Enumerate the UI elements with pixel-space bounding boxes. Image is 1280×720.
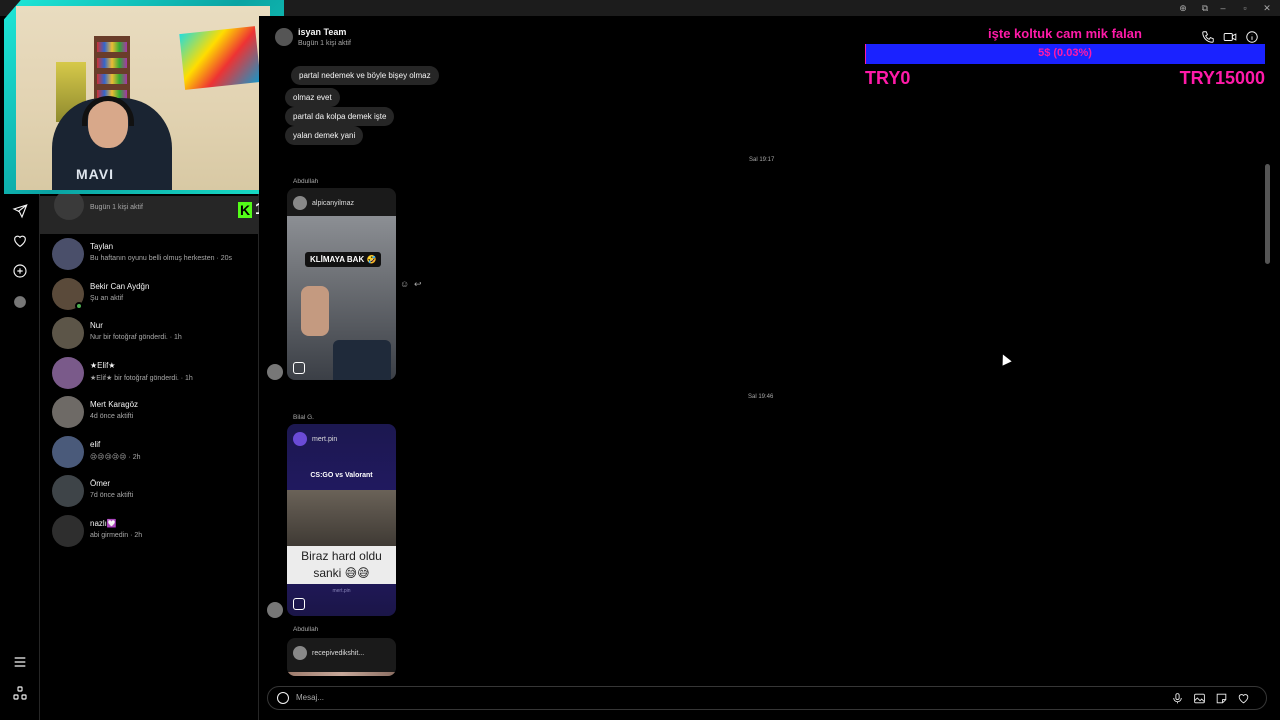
kick-logo-icon: K <box>238 202 252 218</box>
reel-icon <box>293 362 305 374</box>
conversation-name: Mert Karagöz <box>90 400 139 409</box>
reel-icon <box>293 598 305 610</box>
avatar <box>293 432 307 446</box>
reel-watermark: mert.pin <box>332 588 351 594</box>
avatar <box>293 196 307 210</box>
scrollbar[interactable] <box>1265 64 1270 684</box>
conversation-item[interactable]: Mert Karagöz 4d önce aktifti <box>40 394 258 434</box>
conversation-name: Bekir Can Aydğn <box>90 281 150 291</box>
menu-icon[interactable] <box>11 653 29 671</box>
shared-reel[interactable]: recepivedikshit... <box>287 638 396 676</box>
conversation-item[interactable]: Nur Nur bir fotoğraf gönderdi. · 1h <box>40 315 258 355</box>
reel-headline: CS:GO vs Valorant <box>310 472 373 479</box>
conversation-item[interactable]: nazlı💟 abi girmedin · 2h <box>40 513 258 553</box>
hoodie-text: MAVI <box>76 166 114 182</box>
conversation-item[interactable]: Bekir Can Aydğn Şu an aktif <box>40 276 258 316</box>
avatar <box>293 646 307 660</box>
sender-name: Abdullah <box>293 626 319 633</box>
sender-avatar[interactable] <box>267 602 283 618</box>
reel-owner[interactable]: alpicanyilmaz <box>293 196 354 210</box>
paper-plane-icon[interactable] <box>11 202 29 220</box>
conversation-preview: ★Elif★ bir fotoğraf gönderdi. · 1h <box>90 374 193 382</box>
conversation-name: nazlı💟 <box>90 518 117 528</box>
message-bubble[interactable]: olmaz evet <box>285 88 340 107</box>
reply-icon[interactable]: ↩ <box>414 279 422 290</box>
donation-goal-overlay: işte koltuk cam mik falan 5$ (0.03%) TRY… <box>865 26 1265 96</box>
chat-status: Bugün 1 kişi aktif <box>298 40 351 47</box>
zoom-icon[interactable]: ⊕ <box>1172 2 1194 14</box>
conversation-preview: 7d önce aktifti <box>90 492 134 499</box>
avatar <box>52 317 84 349</box>
reel-thumbnail <box>287 672 396 676</box>
sender-name: Abdullah <box>293 178 319 185</box>
reel-owner[interactable]: mert.pin <box>293 432 337 446</box>
conversation-item[interactable]: elif 😢😢😢😢😢 · 2h <box>40 434 258 474</box>
plus-square-icon[interactable] <box>11 262 29 280</box>
message-bubble[interactable]: yalan demek yani <box>285 126 364 145</box>
conversation-preview: abi girmedin · 2h <box>90 531 143 539</box>
message-composer[interactable]: Mesaj... <box>267 686 1267 710</box>
conversation-name: Nur <box>90 321 103 330</box>
avatar <box>52 514 84 547</box>
avatar <box>52 396 84 428</box>
conversation-preview: Şu an aktif <box>90 294 124 302</box>
conversation-preview: Nur bir fotoğraf gönderdi. · 1h <box>90 334 182 341</box>
emoji-react-icon[interactable]: ☺ <box>400 279 409 289</box>
goal-title: işte koltuk cam mik falan <box>988 26 1142 41</box>
reel-thumbnail: KLİMAYA BAK 🤣 <box>287 216 396 380</box>
conversation-item[interactable]: Taylan Bu haftanın oyunu belli olmuş herk… <box>40 236 258 276</box>
conversation-name: elif <box>90 439 101 449</box>
conversation-active-item[interactable]: Bugün 1 kişi aktif <box>40 190 258 234</box>
conversation-item[interactable]: Ömer 7d önce aktifti <box>40 473 258 513</box>
chat-title[interactable]: isyan Team <box>298 27 346 37</box>
webcam-overlay: MAVI <box>0 0 285 196</box>
reel-thumbnail <box>287 490 396 546</box>
conversation-preview: Bu haftanın oyunu belli olmuş herkesten … <box>90 255 233 262</box>
close-icon[interactable]: ✕ <box>1256 2 1278 14</box>
image-icon[interactable] <box>1193 692 1207 706</box>
goal-max-label: TRY15000 <box>1179 68 1265 88</box>
reel-caption: Biraz hard oldu sanki 😅😅 <box>287 546 396 584</box>
conversation-preview: 4d önce aktifti <box>90 413 134 420</box>
profile-icon[interactable] <box>11 293 29 311</box>
message-input[interactable]: Mesaj... <box>296 693 324 702</box>
conversation-name: ★Elif★ <box>90 360 116 370</box>
heart-icon[interactable] <box>1237 692 1251 706</box>
chat-panel: isyan Team Bugün 1 kişi aktif partal ned… <box>259 16 1280 720</box>
group-avatar[interactable] <box>275 28 293 46</box>
conversation-item[interactable]: ★Elif★ ★Elif★ bir fotoğraf gönderdi. · 1h <box>40 355 258 395</box>
reel-owner[interactable]: recepivedikshit... <box>293 646 364 660</box>
conversation-name: Ömer <box>90 479 110 488</box>
shared-reel[interactable]: mert.pin CS:GO vs Valorant Biraz hard ol… <box>287 424 396 616</box>
sender-name: Bilal G. <box>293 414 314 421</box>
conversation-preview: 😢😢😢😢😢 · 2h <box>90 453 141 461</box>
threads-icon[interactable] <box>11 684 29 702</box>
active-status: Bugün 1 kişi aktif <box>90 204 143 211</box>
timestamp: Sal 19:46 <box>748 394 774 400</box>
emoji-icon[interactable] <box>277 692 289 704</box>
webcam-video: MAVI <box>16 6 270 190</box>
message-bubble[interactable]: partal nedemek ve böyle bişey olmaz <box>291 66 439 85</box>
reel-caption: KLİMAYA BAK 🤣 <box>305 252 382 267</box>
goal-min-label: TRY0 <box>865 68 911 88</box>
avatar <box>52 435 84 468</box>
timestamp: Sal 19:17 <box>749 157 775 163</box>
sticker-icon[interactable] <box>1215 692 1229 706</box>
goal-progress-label: 5$ (0.03%) <box>1038 47 1092 59</box>
wall-poster <box>179 26 261 90</box>
minimize-icon[interactable]: – <box>1212 2 1234 14</box>
microphone-icon[interactable] <box>1171 692 1185 706</box>
avatar <box>52 475 84 507</box>
restore-icon[interactable]: ▫ <box>1234 2 1256 14</box>
heart-icon[interactable] <box>11 232 29 250</box>
sender-avatar[interactable] <box>267 364 283 380</box>
avatar <box>52 238 84 270</box>
avatar <box>52 356 84 389</box>
shared-reel[interactable]: alpicanyilmaz KLİMAYA BAK 🤣 <box>287 188 396 380</box>
online-indicator <box>75 301 83 310</box>
conversation-name: Taylan <box>90 242 114 251</box>
message-bubble[interactable]: partal da kolpa demek işte <box>285 107 395 126</box>
goal-progress-bar: 5$ (0.03%) <box>865 44 1265 64</box>
